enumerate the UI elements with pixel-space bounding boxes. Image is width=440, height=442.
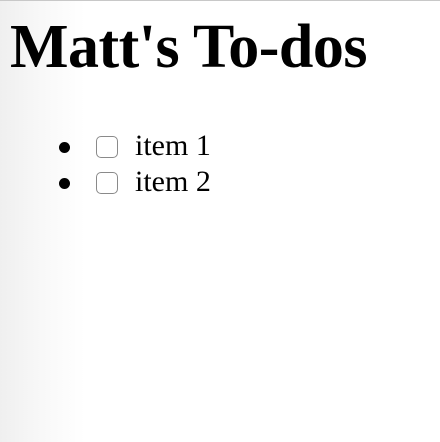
todo-page: Matt's To-dos item 1 item 2	[0, 0, 440, 442]
todo-label: item 2	[135, 165, 211, 198]
bullet-icon	[59, 178, 70, 189]
todo-checkbox[interactable]	[96, 172, 118, 194]
page-title: Matt's To-dos	[10, 13, 367, 81]
todo-label: item 1	[135, 129, 211, 162]
bullet-icon	[59, 142, 70, 153]
todo-checkbox[interactable]	[96, 136, 118, 158]
